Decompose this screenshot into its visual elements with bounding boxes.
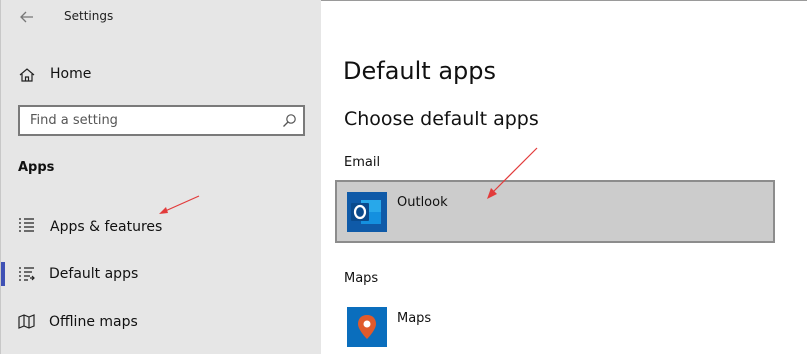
page-subtitle: Choose default apps — [344, 108, 539, 130]
sidebar-item-default-apps[interactable]: Default apps — [1, 254, 322, 294]
category-label-email: Email — [344, 155, 381, 170]
default-apps-icon — [19, 267, 35, 281]
map-icon — [18, 314, 35, 329]
back-arrow-icon — [20, 11, 33, 23]
sidebar-item-label: Apps & features — [50, 219, 163, 235]
maps-icon — [347, 307, 387, 347]
sidebar-item-label: Offline maps — [49, 314, 138, 330]
section-title-apps: Apps — [18, 160, 55, 175]
sidebar: Settings Home Find a setting Apps Apps &… — [0, 0, 321, 354]
sidebar-item-label: Default apps — [49, 266, 139, 282]
sidebar-item-home[interactable]: Home — [1, 54, 322, 94]
category-label-maps: Maps — [344, 271, 379, 286]
home-icon — [19, 68, 35, 82]
search-icon — [283, 114, 296, 127]
home-label: Home — [50, 66, 92, 82]
sidebar-item-apps-features[interactable]: Apps & features — [1, 206, 322, 246]
email-app-button[interactable]: Outlook — [335, 180, 775, 243]
app-name: Outlook — [397, 195, 448, 210]
sidebar-item-offline-maps[interactable]: Offline maps — [1, 302, 322, 342]
search-input[interactable]: Find a setting — [18, 105, 305, 136]
app-name: Maps — [397, 311, 432, 326]
list-icon — [19, 218, 34, 232]
window-title: Settings — [64, 9, 114, 23]
outlook-icon — [347, 192, 387, 232]
maps-app-button[interactable]: Maps — [335, 300, 775, 354]
main-content: Default apps Choose default apps Email O… — [321, 0, 807, 354]
search-placeholder: Find a setting — [30, 113, 118, 128]
back-button[interactable] — [17, 7, 37, 27]
page-title: Default apps — [343, 57, 496, 85]
top-divider — [321, 0, 807, 1]
